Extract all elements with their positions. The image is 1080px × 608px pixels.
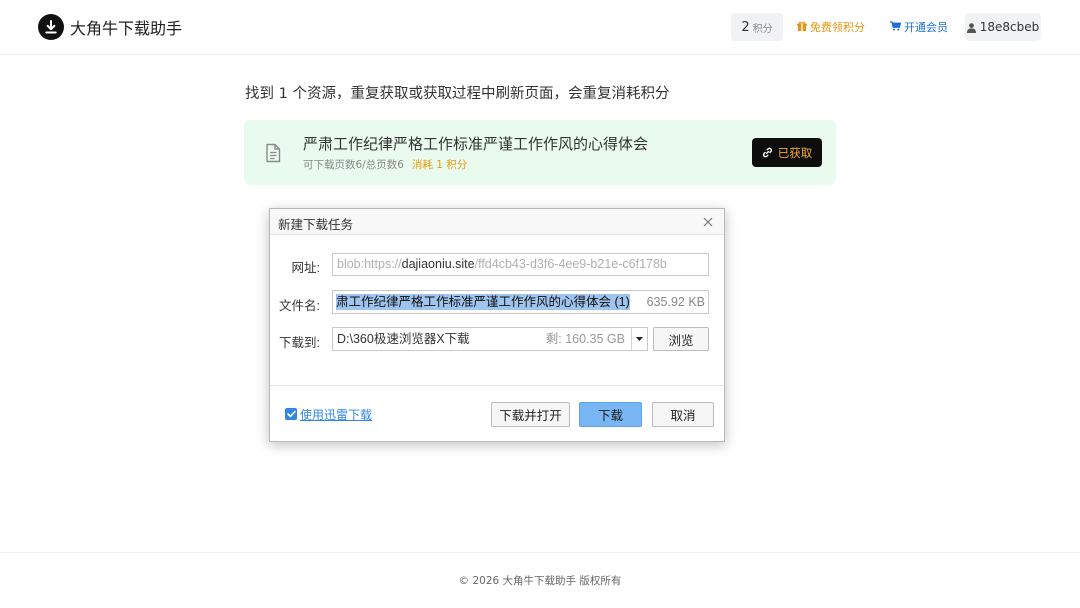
resource-card: 严肃工作纪律严格工作标准严谨工作作风的心得体会 可下载页数6/总页数6 消耗 1 … <box>244 120 836 185</box>
resource-title: 严肃工作纪律严格工作标准严谨工作作风的心得体会 <box>303 135 649 153</box>
page-footer: © 2026 大角牛下载助手 版权所有 <box>0 552 1080 608</box>
points-cost: 消耗 1 积分 <box>411 159 468 171</box>
browse-button[interactable]: 浏览 <box>653 327 709 351</box>
resource-meta: 可下载页数6/总页数6 消耗 1 积分 <box>303 157 467 172</box>
filename-value: 肃工作纪律严格工作标准严谨工作作风的心得体会 (1) <box>336 294 630 310</box>
gift-icon <box>797 21 810 34</box>
url-prefix: blob:https:// <box>337 257 402 271</box>
saveto-path: D:\360极速浏览器X下载 <box>337 332 470 346</box>
free-points-label: 免费领积分 <box>810 21 865 34</box>
saveto-label: 下载到: <box>279 336 320 350</box>
points-value: 2 <box>741 19 750 35</box>
resource-notice: 找到 1 个资源，重复获取或获取过程中刷新页面，会重复消耗积分 <box>245 86 670 102</box>
chevron-down-icon[interactable] <box>631 328 647 350</box>
saveto-select[interactable]: D:\360极速浏览器X下载 剩: 160.35 GB <box>332 327 648 351</box>
page-count: 可下载页数6/总页数6 <box>303 159 404 171</box>
free-space: 剩: 160.35 GB <box>545 332 625 346</box>
cancel-button[interactable]: 取消 <box>652 402 714 427</box>
filename-input[interactable]: 肃工作纪律严格工作标准严谨工作作风的心得体会 (1) 635.92 KB <box>332 290 709 314</box>
url-suffix: /ffd4cb43-d3f6-4ee9-b21e-c6f178b <box>474 257 667 271</box>
url-field[interactable]: blob:https://dajiaoniu.site/ffd4cb43-d3f… <box>332 253 709 276</box>
top-navbar: 大角牛下载助手 2 积分 免费领积分 开通会员 18e8cbeb <box>0 0 1080 55</box>
user-icon <box>966 18 976 37</box>
user-menu[interactable]: 18e8cbeb <box>965 13 1041 41</box>
thunder-checkbox[interactable] <box>285 408 297 420</box>
url-label: 网址: <box>291 261 320 275</box>
close-icon[interactable] <box>698 212 718 232</box>
dialog-divider <box>270 385 724 386</box>
download-button[interactable]: 下载 <box>579 402 642 427</box>
cart-icon <box>890 20 904 34</box>
points-balance[interactable]: 2 积分 <box>731 13 783 41</box>
thunder-checkbox-label[interactable]: 使用迅雷下载 <box>300 406 372 423</box>
link-icon <box>762 147 773 158</box>
copyright: © 2026 大角牛下载助手 版权所有 <box>458 575 622 587</box>
download-logo-icon <box>38 14 64 40</box>
download-and-open-button[interactable]: 下载并打开 <box>491 402 570 427</box>
file-size: 635.92 KB <box>642 291 705 313</box>
document-icon <box>264 143 282 163</box>
vip-label: 开通会员 <box>904 21 948 34</box>
vip-link[interactable]: 开通会员 <box>890 13 948 41</box>
brand-home-link[interactable]: 大角牛下载助手 <box>38 14 182 40</box>
username: 18e8cbeb <box>979 20 1040 34</box>
free-points-link[interactable]: 免费领积分 <box>797 13 865 41</box>
dialog-title: 新建下载任务 <box>278 218 354 232</box>
points-unit: 积分 <box>752 23 773 35</box>
filename-label: 文件名: <box>279 299 320 313</box>
new-download-dialog: 新建下载任务 网址: blob:https://dajiaoniu.site/f… <box>269 208 725 442</box>
brand-name: 大角牛下载助手 <box>70 19 183 38</box>
fetched-button[interactable]: 已获取 <box>752 138 822 167</box>
fetched-label: 已获取 <box>777 145 813 160</box>
url-domain: dajiaoniu.site <box>401 257 475 271</box>
dialog-titlebar[interactable]: 新建下载任务 <box>270 209 724 235</box>
